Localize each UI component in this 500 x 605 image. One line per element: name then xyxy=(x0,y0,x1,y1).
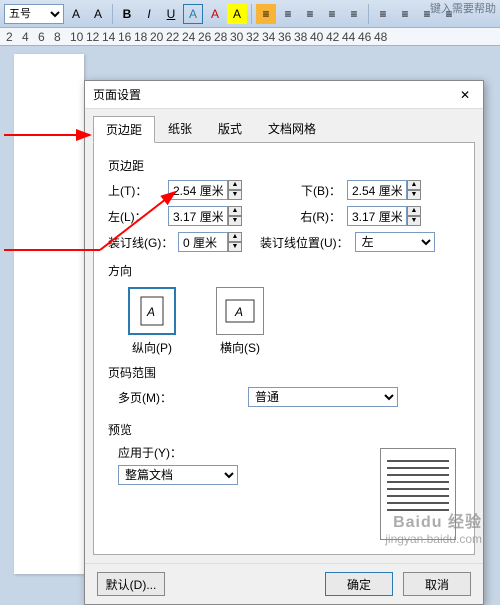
tab-paper[interactable]: 纸张 xyxy=(155,115,205,142)
dialog-button-bar: 默认(D)... 确定 取消 xyxy=(85,563,483,604)
align-distribute-icon[interactable]: ≡ xyxy=(344,4,364,24)
spin-up-icon[interactable]: ▲ xyxy=(407,180,421,190)
svg-text:A: A xyxy=(146,305,155,319)
font-color-icon[interactable]: A xyxy=(205,4,225,24)
left-spinner[interactable]: ▲▼ xyxy=(168,206,242,226)
cancel-button[interactable]: 取消 xyxy=(403,572,471,596)
watermark-url: jingyan.baidu.com xyxy=(385,532,482,546)
gutter-pos-select[interactable]: 左 xyxy=(355,232,435,252)
bottom-input[interactable] xyxy=(347,180,407,200)
tab-strip: 页边距 纸张 版式 文档网格 xyxy=(85,109,483,142)
spin-up-icon[interactable]: ▲ xyxy=(228,232,242,242)
landscape-label: 横向(S) xyxy=(216,339,264,356)
right-label: 右(R)： xyxy=(287,208,341,225)
right-input[interactable] xyxy=(347,206,407,226)
margins-group-label: 页边距 xyxy=(108,157,460,174)
apply-to-select[interactable]: 整篇文档 xyxy=(118,465,238,485)
dialog-title: 页面设置 xyxy=(93,86,141,103)
orientation-group-label: 方向 xyxy=(108,262,460,279)
ok-button[interactable]: 确定 xyxy=(325,572,393,596)
spin-down-icon[interactable]: ▼ xyxy=(228,190,242,200)
gutter-label: 装订线(G)： xyxy=(108,234,172,251)
apply-to-label: 应用于(Y)： xyxy=(118,446,182,460)
left-input[interactable] xyxy=(168,206,228,226)
document-page xyxy=(14,54,84,574)
spin-up-icon[interactable]: ▲ xyxy=(228,206,242,216)
spin-down-icon[interactable]: ▼ xyxy=(228,216,242,226)
tab-layout[interactable]: 版式 xyxy=(205,115,255,142)
watermark-logo: Baidu 经验 xyxy=(385,508,482,532)
tab-margins[interactable]: 页边距 xyxy=(93,116,155,143)
underline-icon[interactable]: U xyxy=(161,4,181,24)
portrait-icon: A xyxy=(128,287,176,335)
top-label: 上(T)： xyxy=(108,182,162,199)
align-justify-icon[interactable]: ≡ xyxy=(322,4,342,24)
right-spinner[interactable]: ▲▼ xyxy=(347,206,421,226)
bottom-spinner[interactable]: ▲▼ xyxy=(347,180,421,200)
spin-down-icon[interactable]: ▼ xyxy=(407,190,421,200)
spin-down-icon[interactable]: ▼ xyxy=(407,216,421,226)
close-icon[interactable]: ✕ xyxy=(455,88,475,102)
list-bullet-icon[interactable]: ≡ xyxy=(395,4,415,24)
bold-icon[interactable]: B xyxy=(117,4,137,24)
gutter-pos-label: 装订线位置(U)： xyxy=(260,234,349,251)
align-left-icon[interactable]: ≡ xyxy=(256,4,276,24)
landscape-icon: A xyxy=(216,287,264,335)
preview-group-label: 预览 xyxy=(108,421,460,438)
watermark: Baidu 经验 jingyan.baidu.com xyxy=(385,508,482,546)
spin-up-icon[interactable]: ▲ xyxy=(407,206,421,216)
font-shrink-icon[interactable]: A xyxy=(88,4,108,24)
tab-body: 页边距 上(T)： ▲▼ 下(B)： ▲▼ 左(L)： xyxy=(93,142,475,555)
dialog-titlebar[interactable]: 页面设置 ✕ xyxy=(85,81,483,109)
top-input[interactable] xyxy=(168,180,228,200)
font-size-select[interactable]: 五号 xyxy=(4,4,64,24)
left-label: 左(L)： xyxy=(108,208,162,225)
highlight-icon[interactable]: A xyxy=(227,4,247,24)
ruler: 2468101214161820222426283032343638404244… xyxy=(0,28,500,46)
svg-text:A: A xyxy=(234,305,243,319)
font-grow-icon[interactable]: A xyxy=(66,4,86,24)
gutter-input[interactable] xyxy=(178,232,228,252)
gutter-spinner[interactable]: ▲▼ xyxy=(178,232,242,252)
align-center-icon[interactable]: ≡ xyxy=(278,4,298,24)
font-box-icon[interactable]: A xyxy=(183,4,203,24)
top-spinner[interactable]: ▲▼ xyxy=(168,180,242,200)
bottom-label: 下(B)： xyxy=(287,182,341,199)
italic-icon[interactable]: I xyxy=(139,4,159,24)
pages-group-label: 页码范围 xyxy=(108,364,460,381)
multi-pages-label: 多页(M)： xyxy=(118,389,182,406)
multi-pages-select[interactable]: 普通 xyxy=(248,387,398,407)
align-right-icon[interactable]: ≡ xyxy=(300,4,320,24)
portrait-label: 纵向(P) xyxy=(128,339,176,356)
orientation-landscape[interactable]: A 横向(S) xyxy=(216,287,264,356)
spin-up-icon[interactable]: ▲ xyxy=(228,180,242,190)
orientation-portrait[interactable]: A 纵向(P) xyxy=(128,287,176,356)
help-tip: 键入需要帮助 xyxy=(430,0,496,16)
tab-grid[interactable]: 文档网格 xyxy=(255,115,329,142)
spin-down-icon[interactable]: ▼ xyxy=(228,242,242,252)
default-button[interactable]: 默认(D)... xyxy=(97,572,165,596)
main-toolbar: 五号 A A B I U A A A ≡ ≡ ≡ ≡ ≡ ≡ ≡ ≡ ≡ 键入需… xyxy=(0,0,500,28)
list-number-icon[interactable]: ≡ xyxy=(373,4,393,24)
